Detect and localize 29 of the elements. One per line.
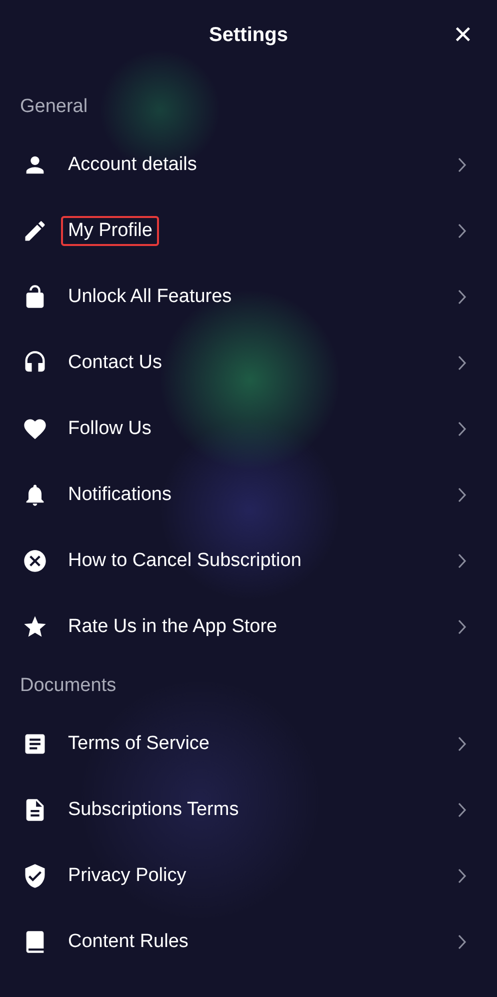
menu-item-label[interactable]: Privacy Policy xyxy=(61,861,194,891)
chevron-right-icon xyxy=(457,868,467,884)
chevron-right-icon xyxy=(457,421,467,437)
chevron-right-icon xyxy=(457,619,467,635)
menu-item-label[interactable]: Unlock All Features xyxy=(61,282,239,312)
menu-item-label[interactable]: Follow Us xyxy=(61,414,158,444)
chevron-right-icon xyxy=(456,355,467,371)
section-heading: Documents xyxy=(20,674,116,696)
menu-item-label[interactable]: How to Cancel Subscription xyxy=(61,546,308,576)
menu-item-label[interactable]: Content Rules xyxy=(61,927,196,957)
chevron-right-icon xyxy=(456,553,467,569)
menu-item-label[interactable]: Rate Us in the App Store xyxy=(61,612,284,642)
screen-title: Settings xyxy=(209,24,288,46)
chevron-right-icon xyxy=(457,802,467,818)
section-heading: General xyxy=(20,96,88,118)
chevron-right-icon xyxy=(457,934,467,950)
cancel-icon xyxy=(22,548,48,574)
menu-item-label[interactable]: Subscriptions Terms xyxy=(61,795,246,825)
menu-item-label[interactable]: My Profile xyxy=(61,216,160,246)
menu-item-label[interactable]: Account details xyxy=(61,150,204,180)
menu-item-label[interactable]: Notifications xyxy=(61,480,178,510)
menu-item-label[interactable]: Terms of Service xyxy=(61,729,216,759)
close-button[interactable]: ✕ xyxy=(452,21,473,49)
chevron-right-icon xyxy=(457,487,467,503)
chevron-right-icon xyxy=(456,736,467,752)
chevron-right-icon xyxy=(457,289,467,305)
chevron-right-icon xyxy=(456,157,467,173)
menu-item-label[interactable]: Contact Us xyxy=(61,348,169,378)
chevron-right-icon xyxy=(457,223,467,239)
